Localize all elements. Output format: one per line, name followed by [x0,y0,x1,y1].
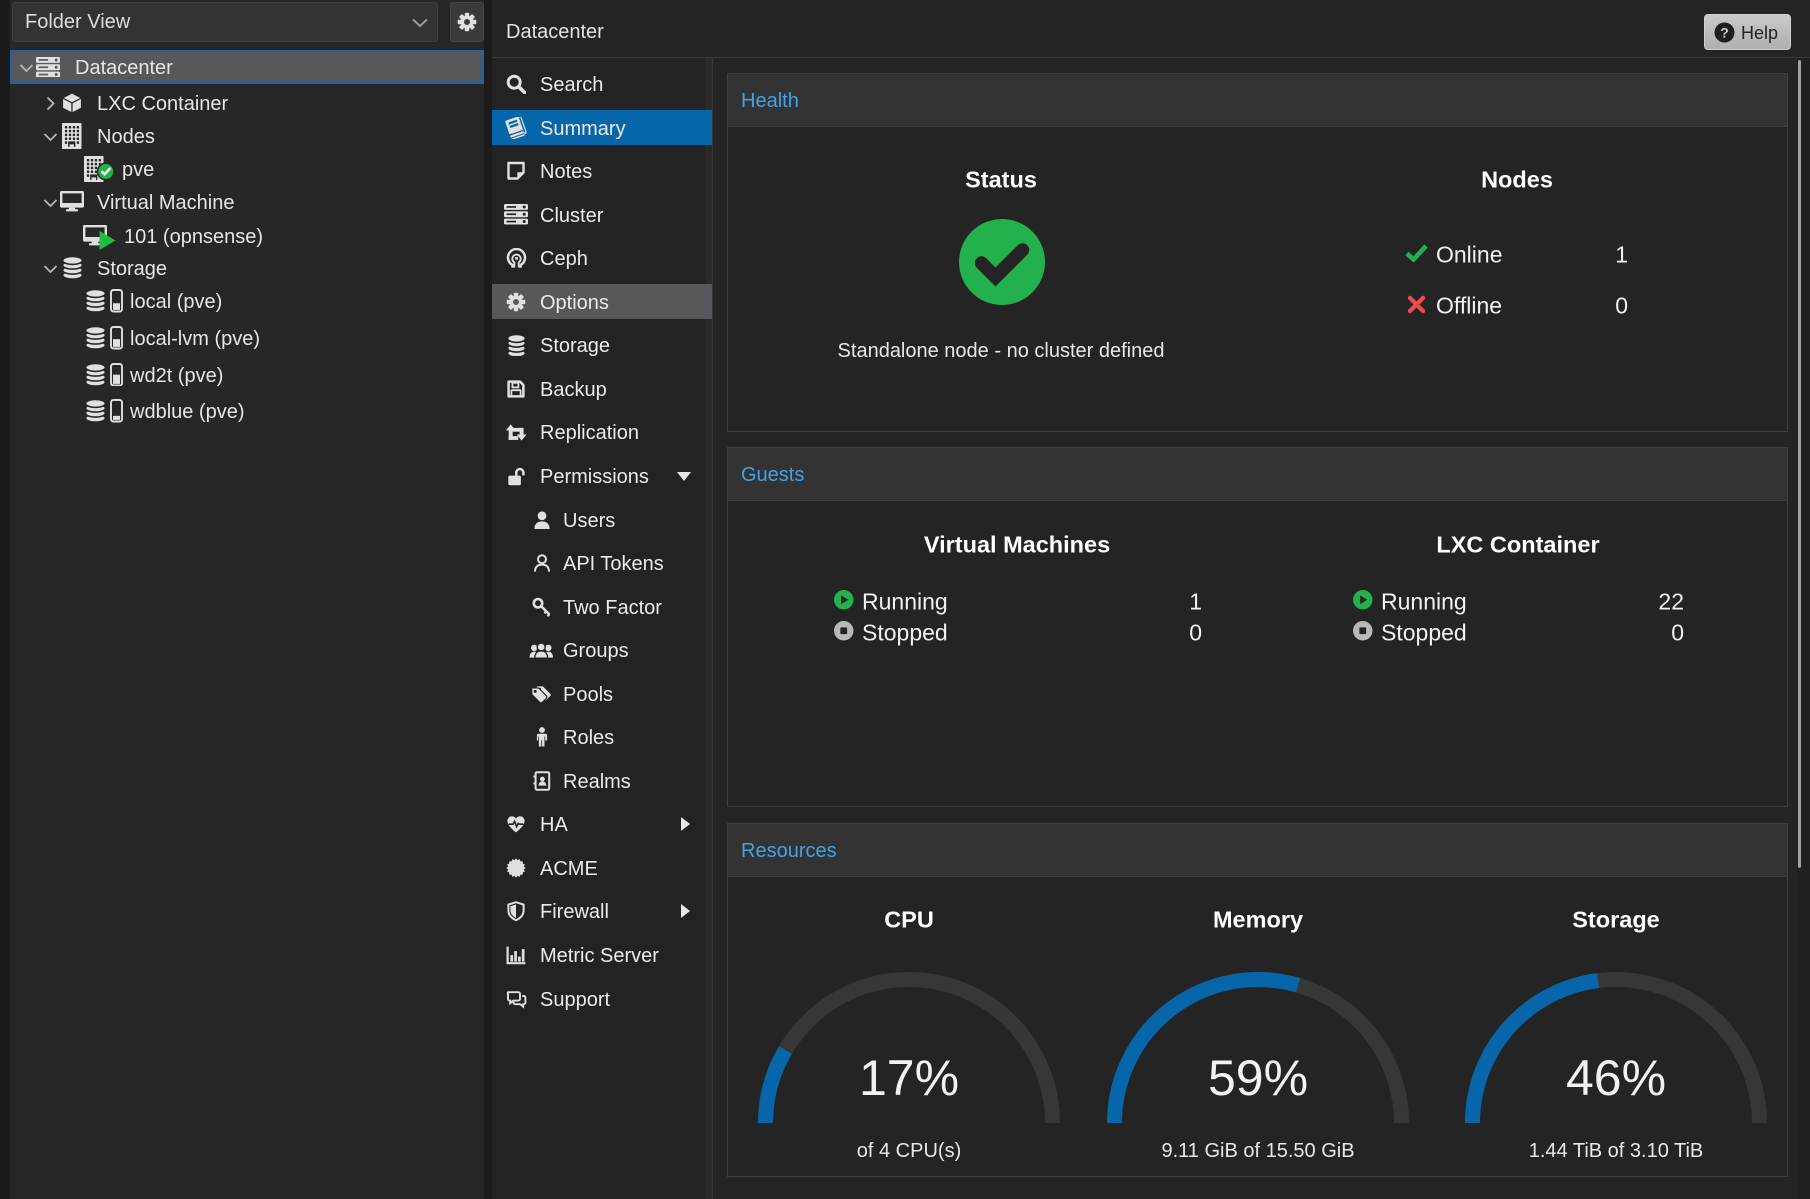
svg-text:?: ? [1720,24,1729,40]
